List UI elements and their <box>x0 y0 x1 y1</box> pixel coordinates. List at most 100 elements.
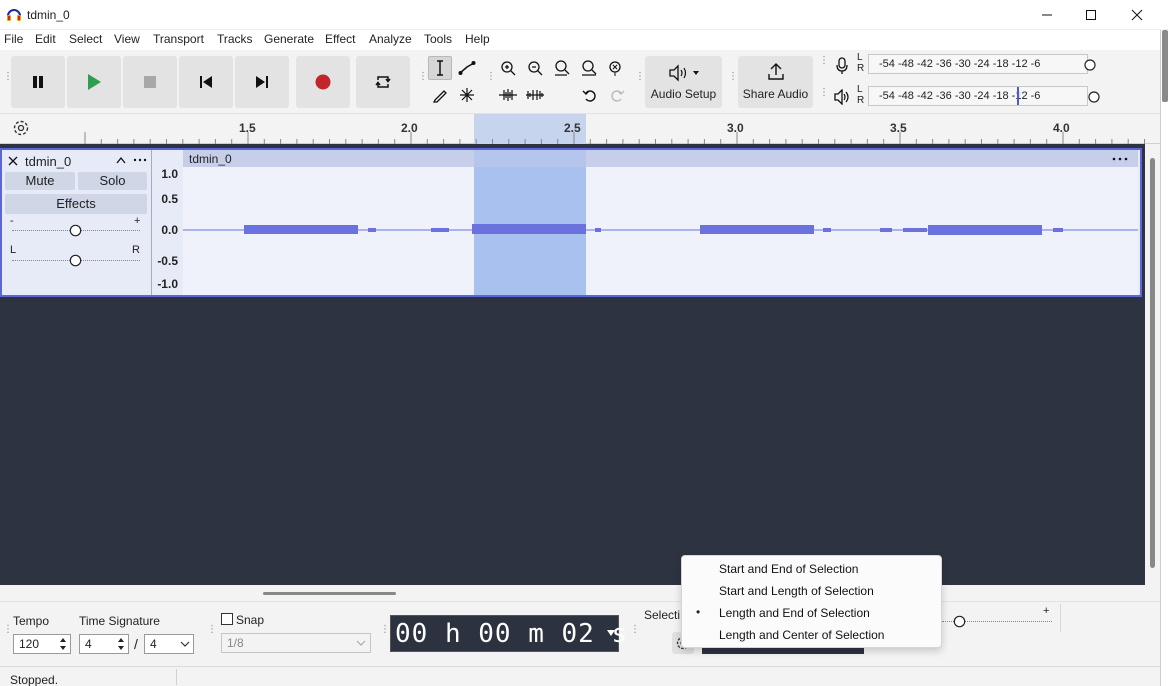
clip-name[interactable]: tdmin_0 <box>189 152 232 166</box>
gain-minus-label: - <box>10 215 14 227</box>
record-meter-button[interactable] <box>830 54 854 78</box>
playback-speed-knob[interactable] <box>953 615 966 628</box>
solo-button[interactable]: Solo <box>78 172 147 190</box>
fit-project-button[interactable] <box>577 56 601 80</box>
window-scrollbar[interactable] <box>1160 30 1168 686</box>
menu-view[interactable]: View <box>114 32 140 46</box>
play-meter[interactable]: L R -54 -48 -42 -36 -30 -24 -18 -12 -6 <box>856 84 1104 108</box>
horizontal-scrollbar[interactable] <box>0 585 1160 601</box>
minimize-button[interactable] <box>1024 0 1070 30</box>
fit-selection-button[interactable] <box>550 56 574 80</box>
vertical-amplitude-ruler[interactable]: 1.0 0.5 0.0 -0.5 -1.0 <box>151 150 183 295</box>
track-menu-icon[interactable] <box>133 155 147 165</box>
menu-file[interactable]: File <box>4 32 23 46</box>
zoom-toggle-button[interactable] <box>604 56 628 80</box>
clip-header[interactable] <box>183 150 1138 167</box>
silence-selection-button[interactable] <box>523 83 547 107</box>
stop-button[interactable] <box>123 56 177 108</box>
share-audio-button[interactable]: Share Audio <box>738 56 813 108</box>
clip-menu-icon[interactable] <box>1112 155 1128 163</box>
ruler-label-4-0: 4.0 <box>1053 121 1070 135</box>
status-bar: Stopped. <box>0 666 1160 686</box>
minimize-icon <box>1042 14 1052 16</box>
menu-select[interactable]: Select <box>69 32 102 46</box>
time-signature-numerator: 4 <box>85 637 92 651</box>
menu-tools[interactable]: Tools <box>424 32 452 46</box>
play-meter-button[interactable] <box>830 85 854 109</box>
mute-button[interactable]: Mute <box>5 172 75 190</box>
zoom-fit-icon <box>582 60 597 76</box>
menu-transport[interactable]: Transport <box>153 32 204 46</box>
record-button[interactable] <box>296 56 350 108</box>
edit-grip[interactable]: ⋮ <box>486 72 496 90</box>
multi-tool[interactable] <box>455 83 479 107</box>
menu-item-start-length[interactable]: Start and Length of Selection <box>719 584 874 598</box>
time-format-dropdown-icon[interactable] <box>607 630 615 636</box>
waveform <box>183 224 1138 235</box>
menu-item-length-end[interactable]: Length and End of Selection <box>719 606 870 620</box>
vertical-scrollbar[interactable] <box>1145 144 1160 585</box>
close-button[interactable] <box>1114 0 1160 30</box>
time-grip[interactable]: ⋮ <box>380 625 390 643</box>
skip-to-start-button[interactable] <box>179 56 233 108</box>
tools-grip[interactable]: ⋮ <box>418 72 428 90</box>
ruler-label-2-0: 2.0 <box>401 121 418 135</box>
collapse-track-icon[interactable] <box>115 155 127 165</box>
menu-edit[interactable]: Edit <box>35 32 56 46</box>
silence-audio-icon <box>526 90 544 100</box>
menu-item-start-end[interactable]: Start and End of Selection <box>719 562 858 576</box>
ruler-label-2-5: 2.5 <box>564 121 581 135</box>
play-button[interactable] <box>67 56 121 108</box>
menu-item-length-center[interactable]: Length and Center of Selection <box>719 628 884 642</box>
menu-analyze[interactable]: Analyze <box>369 32 412 46</box>
menu-generate[interactable]: Generate <box>264 32 314 46</box>
skip-to-end-button[interactable] <box>235 56 289 108</box>
ruler-label-3-0: 3.0 <box>727 121 744 135</box>
trim-outside-button[interactable] <box>496 83 520 107</box>
time-signature-denominator-select[interactable]: 4 <box>144 634 194 654</box>
zoom-in-button[interactable] <box>496 56 520 80</box>
redo-button[interactable] <box>605 83 629 107</box>
menu-tracks[interactable]: Tracks <box>217 32 253 46</box>
snap-grip[interactable]: ⋮ <box>207 625 217 643</box>
snap-select[interactable]: 1/8 <box>221 633 371 653</box>
menu-effect[interactable]: Effect <box>325 32 355 46</box>
envelope-tool[interactable] <box>455 56 479 80</box>
pan-right-label: R <box>132 244 140 256</box>
record-meter[interactable]: L R -54 -48 -42 -36 -30 -24 -18 -12 -6 <box>856 52 1104 76</box>
audio-setup-grip[interactable]: ⋮ <box>635 72 645 90</box>
zoom-out-button[interactable] <box>523 56 547 80</box>
window-scroll-thumb[interactable] <box>1162 30 1168 102</box>
pan-slider-knob[interactable] <box>69 254 82 267</box>
snap-checkbox[interactable] <box>221 613 233 625</box>
selection-grip[interactable]: ⋮ <box>630 625 640 643</box>
tempo-grip[interactable]: ⋮ <box>3 625 13 643</box>
time-display[interactable]: 00 h 00 m 02 s <box>390 615 627 652</box>
effects-button[interactable]: Effects <box>5 194 147 214</box>
chevron-down-icon <box>356 640 366 646</box>
time-signature-numerator-input[interactable]: 4 <box>79 634 129 654</box>
audio-setup-button[interactable]: Audio Setup <box>645 56 722 108</box>
spin-arrows-icon[interactable] <box>116 636 126 652</box>
maximize-button[interactable] <box>1068 0 1114 30</box>
horizontal-scroll-thumb[interactable] <box>263 592 396 595</box>
close-track-icon[interactable] <box>8 156 18 166</box>
gain-slider-knob[interactable] <box>69 224 82 237</box>
record-icon <box>315 74 331 90</box>
loop-button[interactable] <box>356 56 410 108</box>
spin-arrows-icon[interactable] <box>58 636 68 652</box>
play-meter-grip[interactable]: ⋮ <box>819 88 829 106</box>
draw-tool[interactable] <box>428 83 452 107</box>
menu-help[interactable]: Help <box>465 32 490 46</box>
undo-button[interactable] <box>578 83 602 107</box>
record-meter-grip[interactable]: ⋮ <box>819 56 829 74</box>
pause-button[interactable] <box>11 56 65 108</box>
tempo-input[interactable]: 120 <box>13 634 71 654</box>
window-title: tdmin_0 <box>27 8 70 22</box>
skip-end-icon <box>256 76 268 88</box>
toolbar-grip[interactable]: ⋮ <box>3 72 13 90</box>
track-name[interactable]: tdmin_0 <box>25 154 71 169</box>
vertical-scroll-thumb[interactable] <box>1150 158 1155 568</box>
selection-tool[interactable] <box>428 56 452 80</box>
share-audio-grip[interactable]: ⋮ <box>728 72 738 90</box>
